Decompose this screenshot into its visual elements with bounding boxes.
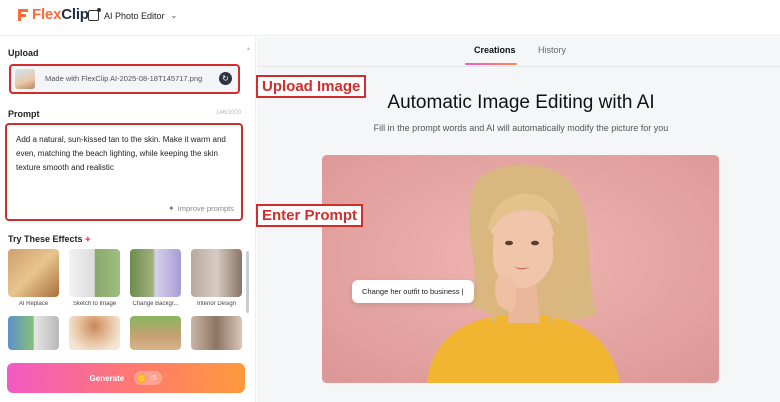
tab-divider: [257, 66, 780, 67]
effect-card-sketch-to-image[interactable]: Sketch to Image: [69, 249, 120, 307]
effects-scrollbar[interactable]: [246, 251, 249, 313]
editor-switcher-label: AI Photo Editor: [104, 10, 165, 21]
generate-button[interactable]: Generate -5: [7, 363, 245, 393]
effect-card-ai-replace[interactable]: AI Replace: [8, 249, 59, 307]
prompt-text[interactable]: Add a natural, sun-kissed tan to the ski…: [16, 133, 236, 175]
tab-history[interactable]: History: [538, 45, 566, 55]
uploaded-image-thumbnail: [15, 69, 35, 89]
example-prompt-bubble: Change her outfit to business |: [352, 280, 474, 303]
effect-thumbnail: [8, 316, 59, 350]
logo-text-flex: Flex: [32, 6, 62, 23]
tab-creations[interactable]: Creations: [474, 45, 516, 55]
effect-card-change-background[interactable]: Change Backgr...: [130, 249, 181, 307]
effect-label: AI Replace: [18, 301, 49, 307]
sparkle-icon: ✦: [84, 235, 92, 244]
effect-thumbnail: [8, 249, 59, 297]
effect-card-7[interactable]: [130, 316, 181, 350]
effects-title: Try These Effects ✦: [8, 234, 92, 244]
effect-label: Interior Design: [196, 301, 237, 307]
flexclip-logo[interactable]: FlexClip: [16, 6, 89, 23]
uploaded-filename: Made with FlexClip AI-2025-08-18T145717.…: [45, 74, 203, 83]
effect-thumbnail: [69, 316, 120, 350]
improve-prompts-label: Improve prompts: [177, 204, 234, 213]
coin-icon: [137, 373, 147, 383]
effect-card-8[interactable]: [191, 316, 242, 350]
photo-editor-icon: [88, 8, 101, 21]
effect-thumbnail: [130, 316, 181, 350]
effect-label: Sketch to Image: [72, 301, 117, 307]
effect-thumbnail: [130, 249, 181, 297]
logo-text-clip: Clip: [61, 6, 89, 23]
active-tab-indicator: [465, 63, 517, 65]
left-panel: Upload ▲ Made with FlexClip AI-2025-08-1…: [0, 37, 256, 402]
enter-prompt-annotation: Enter Prompt: [256, 204, 364, 227]
upload-title: Upload: [8, 48, 39, 58]
upload-image-annotation: Upload Image: [256, 75, 367, 98]
magic-wand-icon: ✦: [168, 204, 175, 213]
prompt-textarea[interactable]: Add a natural, sun-kissed tan to the ski…: [5, 123, 243, 221]
top-bar: FlexClip AI Photo Editor ⌄: [0, 0, 780, 36]
chevron-down-icon: ⌄: [170, 11, 178, 20]
flexclip-logo-icon: [18, 8, 28, 21]
replace-image-button[interactable]: ↻: [219, 72, 232, 85]
portrait-illustration: [322, 155, 719, 383]
credit-cost-badge: -5: [134, 371, 163, 385]
prompt-title: Prompt: [8, 109, 40, 119]
effect-card-5[interactable]: [8, 316, 59, 350]
editor-switcher[interactable]: AI Photo Editor ⌄: [88, 8, 178, 21]
effect-card-6[interactable]: [69, 316, 120, 350]
effect-thumbnail: [69, 249, 120, 297]
preview-image: [322, 155, 719, 383]
effect-card-interior-design[interactable]: Interior Design: [191, 249, 242, 307]
page-subheadline: Fill in the prompt words and AI will aut…: [373, 123, 669, 133]
tab-bar: Creations History: [257, 37, 780, 67]
scroll-up-arrow-icon[interactable]: ▲: [246, 46, 251, 52]
prompt-character-counter: 146/1000: [215, 110, 241, 116]
effect-thumbnail: [191, 316, 242, 350]
improve-prompts-button[interactable]: ✦ Improve prompts: [168, 204, 234, 213]
generate-label: Generate: [89, 373, 125, 383]
swap-icon: ↻: [222, 74, 229, 83]
upload-field[interactable]: Made with FlexClip AI-2025-08-18T145717.…: [9, 64, 240, 94]
effect-thumbnail: [191, 249, 242, 297]
effect-label: Change Backgr...: [132, 301, 179, 307]
credit-cost: -5: [150, 374, 157, 382]
